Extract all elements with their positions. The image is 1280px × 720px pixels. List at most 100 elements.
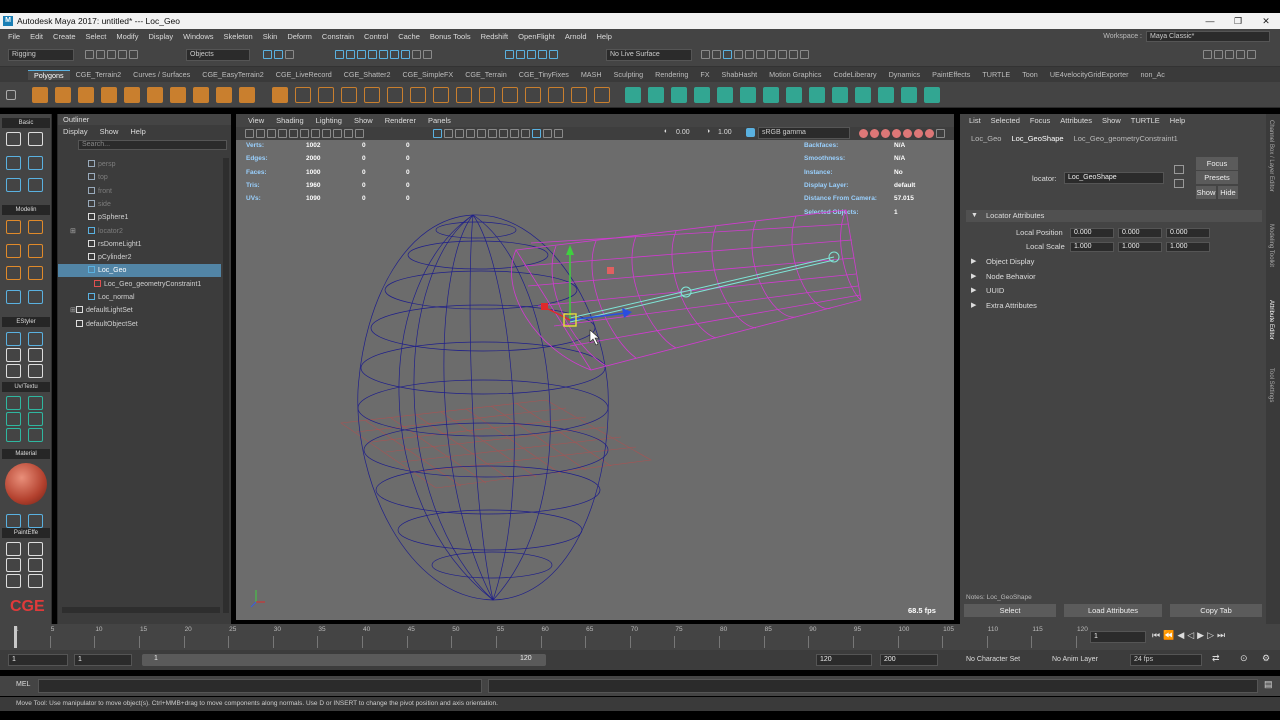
toolbox-section-estyler[interactable]: EStyler: [2, 317, 50, 327]
step-back-icon[interactable]: ◀: [1177, 630, 1187, 640]
load-attributes-button[interactable]: Load Attributes: [1064, 604, 1162, 617]
render-sphere-icon[interactable]: [914, 129, 923, 138]
menu-edit[interactable]: Edit: [25, 32, 48, 41]
new-scene-icon[interactable]: [85, 50, 94, 59]
film-gate-icon[interactable]: [300, 129, 309, 138]
toolbox-tool-15-1-icon[interactable]: [28, 558, 43, 572]
snap-projected-icon[interactable]: [390, 50, 399, 59]
toolbox-tool-5-0-icon[interactable]: [6, 266, 21, 280]
range-slider[interactable]: 1 120: [142, 654, 546, 666]
shelf-tab-shabhasht[interactable]: ShabHasht: [716, 70, 764, 79]
shelf-tool-23-icon[interactable]: [571, 87, 587, 103]
shelf-disc-icon[interactable]: [170, 87, 186, 103]
select-by-component-icon[interactable]: [285, 50, 294, 59]
anim-layer-dropdown[interactable]: No Anim Layer: [1052, 656, 1098, 663]
make-live-icon[interactable]: [379, 50, 388, 59]
shelf-settings-icon[interactable]: [6, 90, 16, 100]
toolbox-section-painteffe[interactable]: PaintEffe: [2, 528, 50, 538]
shelf-tool-16-icon[interactable]: [410, 87, 426, 103]
arnold-render-icon[interactable]: [789, 50, 798, 59]
extra-attributes-section[interactable]: ▶ Extra Attributes: [966, 300, 1262, 312]
toolbox-tool-14-0-icon[interactable]: [6, 542, 21, 556]
viewport-menu-show[interactable]: Show: [348, 116, 379, 125]
render-view-icon[interactable]: [734, 50, 743, 59]
exposure-value[interactable]: 0.00: [676, 129, 690, 136]
bookmarks-icon[interactable]: [267, 129, 276, 138]
cge-logo-icon[interactable]: CGE: [10, 598, 45, 616]
safe-action-icon[interactable]: [344, 129, 353, 138]
shelf-tool-20-icon[interactable]: [502, 87, 518, 103]
shelf-tool-27-icon[interactable]: [671, 87, 687, 103]
tool-settings-icon[interactable]: [1247, 50, 1256, 59]
outliner-item-loc-geo[interactable]: Loc_Geo: [58, 264, 221, 278]
attr-menu-help[interactable]: Help: [1165, 116, 1190, 125]
render-sphere-icon[interactable]: [925, 129, 934, 138]
shelf-cone-icon[interactable]: [101, 87, 117, 103]
shelf-tab-cge-terrain[interactable]: CGE_Terrain: [459, 70, 513, 79]
snap-point-icon[interactable]: [357, 50, 366, 59]
shelf-tool-10-icon[interactable]: [272, 87, 288, 103]
menu-cache[interactable]: Cache: [393, 32, 425, 41]
outliner-menu-help[interactable]: Help: [130, 127, 145, 136]
channel-box-icon[interactable]: [1225, 50, 1234, 59]
toolbox-tool-0-0-icon[interactable]: [6, 132, 21, 146]
menu-create[interactable]: Create: [48, 32, 81, 41]
outliner-item-loc-geo-geometryconstraint1[interactable]: Loc_Geo_geometryConstraint1: [58, 278, 221, 291]
toolbox-tool-15-0-icon[interactable]: [6, 558, 21, 572]
go-to-end-icon[interactable]: ⏭: [1217, 630, 1228, 640]
outliner-search-input[interactable]: Search...: [78, 140, 227, 150]
toolbox-tool-3-0-icon[interactable]: [6, 220, 21, 234]
viewport-menu-shading[interactable]: Shading: [270, 116, 310, 125]
xray-icon[interactable]: [701, 50, 710, 59]
shelf-tab-motion-graphics[interactable]: Motion Graphics: [763, 70, 827, 79]
shelf-plane-icon[interactable]: [147, 87, 163, 103]
menu-skin[interactable]: Skin: [258, 32, 283, 41]
tool-settings-tab[interactable]: Tool Settings: [1268, 368, 1274, 402]
local-position-x[interactable]: 0.000: [1070, 228, 1114, 238]
default-material-icon[interactable]: [455, 129, 464, 138]
shelf-tool-29-icon[interactable]: [717, 87, 733, 103]
tab-loc-geoshape[interactable]: Loc_GeoShape: [1006, 134, 1068, 143]
local-position-z[interactable]: 0.000: [1166, 228, 1210, 238]
playback-end-field[interactable]: 120: [816, 654, 872, 666]
shelf-tab-fx[interactable]: FX: [694, 70, 715, 79]
attribute-editor-tab[interactable]: Attribute Editor: [1268, 300, 1274, 340]
anti-aliasing-icon[interactable]: [521, 129, 530, 138]
menu-bonus-tools[interactable]: Bonus Tools: [425, 32, 476, 41]
shelf-tab-codeliberary[interactable]: CodeLiberary: [827, 70, 882, 79]
shelf-tool-11-icon[interactable]: [295, 87, 311, 103]
current-time-marker[interactable]: [14, 626, 17, 648]
menu-deform[interactable]: Deform: [282, 32, 317, 41]
shelf-sphere-icon[interactable]: [32, 87, 48, 103]
shelf-tab-cge-shatter2[interactable]: CGE_Shatter2: [338, 70, 397, 79]
toolbox-tool-11-1-icon[interactable]: [28, 412, 43, 426]
outliner-vertical-scrollbar[interactable]: [223, 158, 229, 613]
play-back-icon[interactable]: ◁: [1187, 630, 1197, 640]
character-set-dropdown[interactable]: No Character Set: [966, 656, 1020, 663]
viewport-settings-icon[interactable]: [936, 129, 945, 138]
gamma-value[interactable]: 1.00: [718, 129, 732, 136]
step-forward-icon[interactable]: ▷: [1207, 630, 1217, 640]
toolbox-tool-5-1-icon[interactable]: [28, 266, 43, 280]
shelf-tab-dynamics[interactable]: Dynamics: [883, 70, 927, 79]
hypershade-icon[interactable]: [767, 50, 776, 59]
shelf-tab-rendering[interactable]: Rendering: [649, 70, 694, 79]
toolbox-tool-1-1-icon[interactable]: [28, 156, 43, 170]
snap-curve-icon[interactable]: [346, 50, 355, 59]
node-behavior-section[interactable]: ▶ Node Behavior: [966, 271, 1262, 283]
undo-icon[interactable]: [118, 50, 127, 59]
toolbox-tool-13-0-icon[interactable]: [6, 514, 21, 528]
go-to-start-icon[interactable]: ⏮: [1152, 630, 1163, 640]
color-management-icon[interactable]: [746, 128, 755, 137]
soft-select-icon[interactable]: [549, 50, 558, 59]
shelf-tool-35-icon[interactable]: [855, 87, 871, 103]
xray-joints-icon[interactable]: [543, 129, 552, 138]
time-slider[interactable]: 1510152025303540455055606570758085909510…: [0, 624, 1280, 650]
outliner-item-front[interactable]: front: [58, 185, 221, 198]
attribute-editor-icon[interactable]: [1236, 50, 1245, 59]
mel-label[interactable]: MEL: [16, 681, 30, 688]
shelf-tab-polygons[interactable]: Polygons: [28, 69, 70, 80]
gamma-icon[interactable]: ◑: [706, 128, 710, 135]
shadows-icon[interactable]: [488, 129, 497, 138]
attr-menu-selected[interactable]: Selected: [986, 116, 1025, 125]
